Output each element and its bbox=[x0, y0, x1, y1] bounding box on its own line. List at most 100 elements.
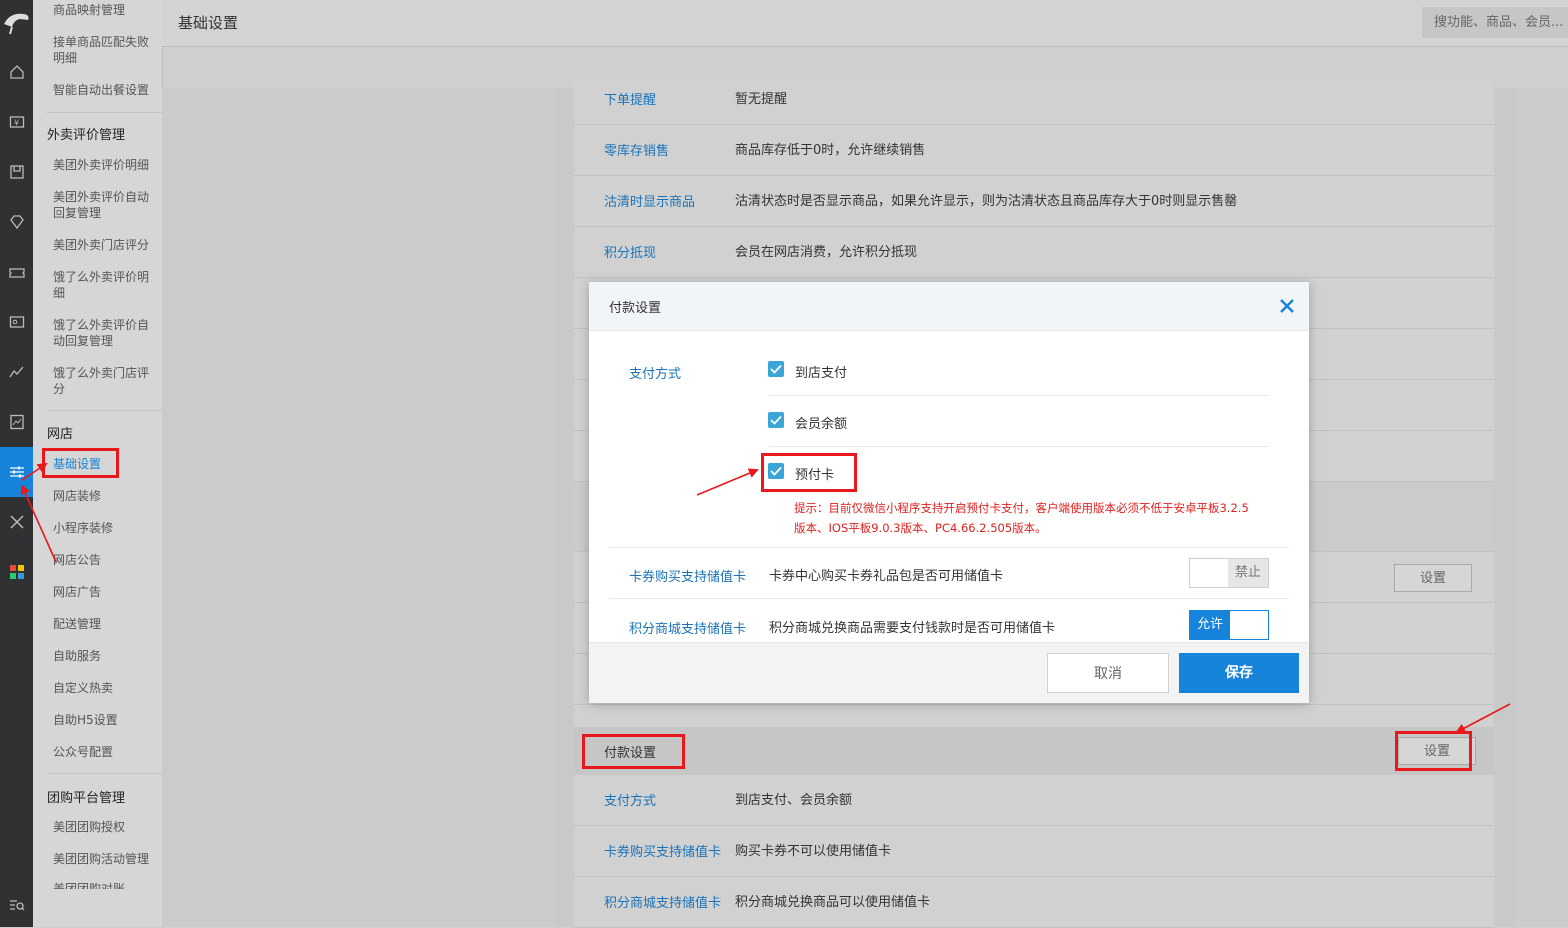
apps-icon[interactable] bbox=[0, 557, 33, 587]
submenu-item[interactable]: 饿了么外卖评价明细 bbox=[53, 269, 153, 301]
submenu-item[interactable]: 接单商品匹配失败明细 bbox=[53, 34, 153, 66]
pay-method-label: 支付方式 bbox=[629, 367, 682, 382]
submenu-item[interactable]: 美团外卖评价明细 bbox=[53, 157, 153, 173]
payment-row: 积分商城支持储值卡 积分商城兑换商品可以使用储值卡 bbox=[574, 877, 1494, 928]
toggle-state: 禁止 bbox=[1228, 559, 1268, 587]
submenu-item[interactable]: 小程序装修 bbox=[53, 520, 153, 536]
row-value: 商品库存低于0时，允许继续销售 bbox=[735, 143, 926, 158]
submenu-item[interactable]: 美团外卖门店评分 bbox=[53, 237, 153, 253]
points-storedcard-label: 积分商城支持储值卡 bbox=[629, 622, 747, 637]
submenu-item[interactable]: 饿了么外卖评价自动回复管理 bbox=[53, 317, 153, 349]
settings-card: 下单提醒 暂无提醒 零库存销售 商品库存低于0时，允许继续销售 沽清时显示商品 … bbox=[574, 74, 1494, 278]
card-icon[interactable] bbox=[0, 307, 33, 337]
row-label: 积分商城支持储值卡 bbox=[604, 896, 722, 911]
row-label: 支付方式 bbox=[604, 794, 657, 809]
hint-line: 提示：目前仅微信小程序支持开启预付卡支付，客户端使用版本必须不低于安卓平板3.2… bbox=[794, 501, 1249, 515]
member-icon[interactable] bbox=[0, 207, 33, 237]
row-label: 沽清时显示商品 bbox=[604, 195, 696, 210]
annotation-box bbox=[582, 734, 685, 769]
icon-rail: ¥ bbox=[0, 0, 33, 927]
dialog-footer: 取消 保存 bbox=[589, 642, 1309, 703]
stats-icon[interactable] bbox=[0, 407, 33, 437]
row-value: 沽清状态时是否显示商品，如果允许显示，则为沽清状态且商品库存大于0时则显示售罄 bbox=[735, 194, 1238, 209]
page-title: 基础设置 bbox=[178, 14, 239, 32]
submenu-item[interactable]: 美团外卖评价自动回复管理 bbox=[53, 189, 153, 221]
row-value: 暂无提醒 bbox=[735, 92, 788, 107]
payment-row: 卡券购买支持储值卡 购买卡券不可以使用储值卡 bbox=[574, 826, 1494, 877]
group-title: 外卖评价管理 bbox=[47, 128, 126, 143]
row-label: 下单提醒 bbox=[604, 93, 657, 108]
save-button[interactable]: 保存 bbox=[1179, 653, 1299, 693]
divider bbox=[47, 410, 162, 411]
settings-icon[interactable] bbox=[0, 447, 33, 497]
points-storedcard-toggle[interactable]: 允许 bbox=[1189, 610, 1269, 640]
group-title: 团购平台管理 bbox=[47, 791, 126, 806]
submenu-item[interactable]: 自助服务 bbox=[53, 648, 153, 664]
close-icon[interactable] bbox=[1276, 295, 1298, 317]
top-bar: 基础设置 搜功能、商品、会员... bbox=[162, 0, 1568, 47]
divider bbox=[609, 547, 1289, 548]
content-bg-right bbox=[1514, 88, 1568, 927]
prepaid-hint: 提示：目前仅微信小程序支持开启预付卡支付，客户端使用版本必须不低于安卓平板3.2… bbox=[794, 498, 1274, 538]
settings-row: 沽清时显示商品 沽清状态时是否显示商品，如果允许显示，则为沽清状态且商品库存大于… bbox=[574, 176, 1494, 227]
divider bbox=[47, 112, 162, 113]
search-menu-icon[interactable] bbox=[0, 890, 33, 920]
submenu-item[interactable]: 美团团购授权 bbox=[53, 819, 153, 835]
coupon-storedcard-desc: 卡券中心购买卡券礼品包是否可用储值卡 bbox=[769, 569, 1004, 584]
submenu-item[interactable]: 自定义热卖 bbox=[53, 680, 153, 696]
set-button[interactable]: 设置 bbox=[1394, 564, 1472, 592]
annotation-box bbox=[1395, 731, 1472, 771]
hint-line: 版本、IOS平板9.0.3版本、PC4.66.2.505版本。 bbox=[794, 521, 1047, 535]
checkbox-member-balance[interactable] bbox=[768, 412, 784, 428]
report-icon[interactable] bbox=[0, 357, 33, 387]
svg-text:¥: ¥ bbox=[14, 119, 19, 128]
divider bbox=[609, 598, 1289, 599]
checkbox-label: 到店支付 bbox=[795, 366, 848, 381]
payment-row: 支付方式 到店支付、会员余额 bbox=[574, 775, 1494, 826]
goods-icon[interactable] bbox=[0, 157, 33, 187]
row-value: 会员在网店消费，允许积分抵现 bbox=[735, 245, 918, 260]
row-value: 购买卡券不可以使用储值卡 bbox=[735, 844, 892, 859]
submenu-item[interactable]: 公众号配置 bbox=[53, 744, 153, 760]
submenu-item[interactable]: 配送管理 bbox=[53, 616, 153, 632]
submenu-item[interactable]: 商品映射管理 bbox=[53, 2, 153, 18]
settings-row: 下单提醒 暂无提醒 bbox=[574, 74, 1494, 125]
row-label: 积分抵现 bbox=[604, 246, 657, 261]
submenu-item[interactable]: 美团团购活动管理 bbox=[53, 851, 153, 867]
row-value: 到店支付、会员余额 bbox=[735, 793, 853, 808]
toggle-state: 允许 bbox=[1190, 611, 1230, 639]
logo-icon[interactable] bbox=[0, 0, 33, 46]
submenu-item[interactable]: 网店装修 bbox=[53, 488, 153, 504]
divider bbox=[769, 395, 1269, 396]
dialog-header: 付款设置 bbox=[589, 282, 1309, 331]
submenu-item[interactable]: 智能自动出餐设置 bbox=[53, 82, 153, 98]
submenu-item[interactable]: 自助H5设置 bbox=[53, 712, 153, 728]
row-label: 零库存销售 bbox=[604, 144, 670, 159]
annotation-box bbox=[761, 453, 857, 492]
annotation-box bbox=[42, 448, 119, 478]
row-value: 积分商城兑换商品可以使用储值卡 bbox=[735, 895, 931, 910]
submenu-item[interactable]: 网店广告 bbox=[53, 584, 153, 600]
coupon-storedcard-toggle[interactable]: 禁止 bbox=[1189, 558, 1269, 588]
submenu-item[interactable]: 网店公告 bbox=[53, 552, 153, 568]
points-storedcard-desc: 积分商城兑换商品需要支付钱款时是否可用储值卡 bbox=[769, 621, 1056, 636]
checkbox-in-store[interactable] bbox=[768, 361, 784, 377]
coupon-storedcard-label: 卡券购买支持储值卡 bbox=[629, 570, 747, 585]
cancel-button[interactable]: 取消 bbox=[1047, 653, 1169, 693]
tools-icon[interactable] bbox=[0, 507, 33, 537]
settings-row: 积分抵现 会员在网店消费，允许积分抵现 bbox=[574, 227, 1494, 278]
dialog-title: 付款设置 bbox=[609, 301, 662, 316]
search-input[interactable]: 搜功能、商品、会员... bbox=[1422, 7, 1568, 38]
divider bbox=[769, 446, 1269, 447]
settings-row: 零库存销售 商品库存低于0时，允许继续销售 bbox=[574, 125, 1494, 176]
submenu-item[interactable]: 饿了么外卖门店评分 bbox=[53, 365, 153, 397]
coupon-icon[interactable] bbox=[0, 257, 33, 287]
home-icon[interactable] bbox=[0, 57, 33, 87]
row-label: 卡券购买支持储值卡 bbox=[604, 845, 722, 860]
group-title: 网店 bbox=[47, 427, 74, 442]
submenu-item[interactable]: 美团团购对账 bbox=[53, 881, 153, 889]
payment-settings-dialog: 付款设置 支付方式 到店支付 会员余额 预付卡 提示：目前仅微信小程序支持开启预… bbox=[589, 282, 1309, 703]
payment-card: 支付方式 到店支付、会员余额 卡券购买支持储值卡 购买卡券不可以使用储值卡 积分… bbox=[574, 775, 1494, 928]
cashier-icon[interactable]: ¥ bbox=[0, 107, 33, 137]
payment-section-header: 付款设置 bbox=[574, 727, 1494, 775]
